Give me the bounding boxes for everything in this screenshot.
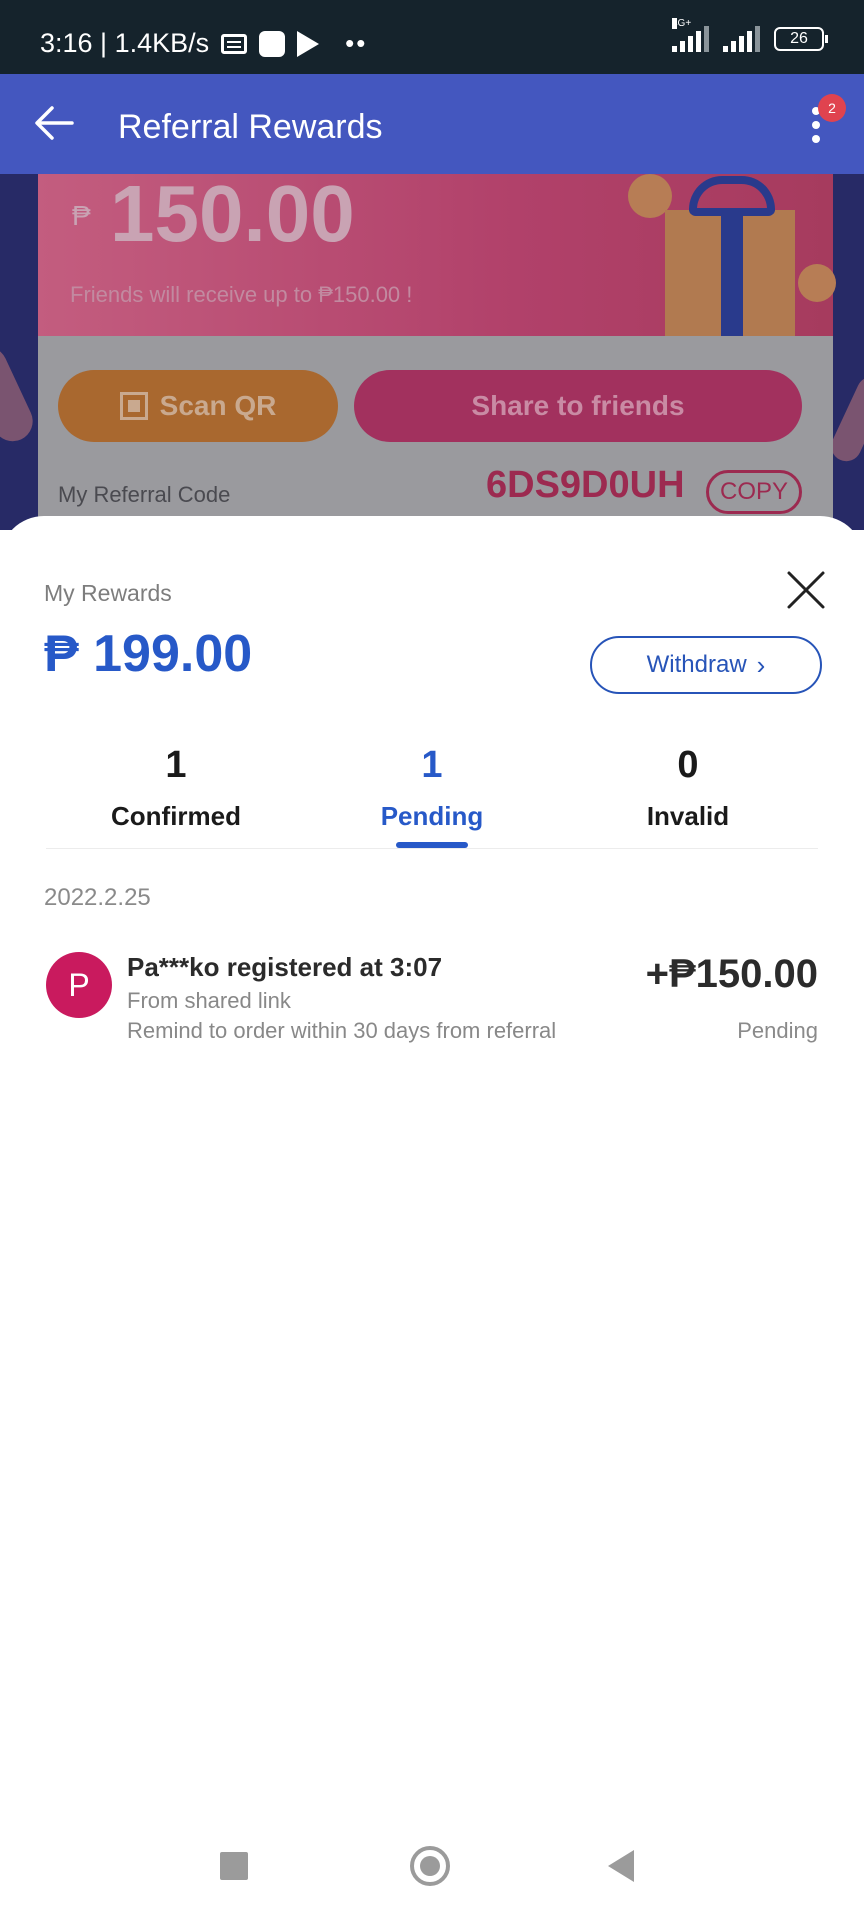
friends-receive-text: Friends will receive up to ₱150.00 ! [70, 282, 413, 307]
referral-title: Pa***ko registered at 3:07 [127, 952, 443, 982]
gift-icon [665, 176, 795, 336]
hero-reward-amount: 150.00 [110, 174, 355, 258]
tab-invalid[interactable]: 0 Invalid [588, 744, 788, 832]
date-header: 2022.2.25 [44, 884, 151, 911]
status-left: 3:16 | 1.4KB/s •• [40, 28, 367, 59]
signal-icon [723, 26, 760, 52]
notification-badge: 2 [818, 94, 846, 122]
tab-label: Pending [380, 801, 484, 831]
referral-status: Pending [737, 1018, 818, 1043]
app-notification-icon [259, 30, 286, 57]
rewards-amount: ₱ 199.00 [44, 625, 253, 683]
rewards-sheet: My Rewards ₱ 199.00 Withdraw › 1 Confirm… [0, 516, 864, 1920]
battery-icon: 26 [774, 27, 828, 51]
status-bar: 3:16 | 1.4KB/s •• 4G+ 26 [0, 0, 864, 74]
peso-symbol: ₱ [72, 200, 91, 231]
referral-code: 6DS9D0UH [486, 464, 685, 506]
back-arrow-icon [35, 106, 74, 140]
network-label: 4G+ [672, 18, 692, 29]
qr-code-icon [119, 392, 148, 420]
home-button[interactable] [410, 1846, 450, 1886]
my-rewards-label: My Rewards [44, 580, 172, 606]
recents-button[interactable] [220, 1852, 248, 1880]
play-store-icon [297, 30, 320, 57]
message-icon [221, 33, 248, 54]
referral-reminder: Remind to order within 30 days from refe… [127, 1018, 557, 1043]
tab-count: 1 [165, 744, 187, 786]
withdraw-label: Withdraw [646, 651, 747, 678]
back-button[interactable] [30, 98, 80, 148]
system-back-button[interactable] [608, 1850, 634, 1882]
referral-card: Scan QR Share to friends My Referral Cod… [38, 336, 833, 530]
close-icon [787, 571, 825, 609]
share-to-friends-button[interactable]: Share to friends [354, 370, 802, 442]
chevron-right-icon: › [756, 650, 766, 680]
decoration-ribbon [0, 340, 40, 448]
tab-count: 0 [677, 744, 699, 786]
scan-qr-label: Scan QR [159, 390, 277, 421]
close-button[interactable] [784, 568, 828, 612]
page-title: Referral Rewards [118, 108, 383, 146]
avatar: P [46, 952, 112, 1018]
referral-amount: +₱150.00 [645, 952, 818, 996]
active-tab-indicator [396, 842, 468, 848]
app-header: Referral Rewards [0, 74, 864, 174]
coin-icon [798, 264, 836, 302]
status-time: 3:16 | 1.4KB/s [40, 28, 210, 58]
more-notifications-icon: •• [345, 28, 368, 58]
scan-qr-button[interactable]: Scan QR [58, 370, 338, 442]
copy-button[interactable]: COPY [706, 470, 802, 514]
tab-label: Invalid [646, 801, 730, 831]
tab-pending[interactable]: 1 Pending [332, 744, 532, 832]
withdraw-button[interactable]: Withdraw › [590, 636, 822, 694]
tab-divider [46, 848, 818, 849]
reward-hero-banner: ₱ 150.00 Friends will receive up to ₱150… [38, 174, 836, 336]
background-page: ₱ 150.00 Friends will receive up to ₱150… [0, 174, 864, 530]
signal-4g-icon: 4G+ [672, 18, 709, 52]
tab-count: 1 [421, 744, 443, 786]
tab-label: Confirmed [111, 801, 241, 831]
tab-confirmed[interactable]: 1 Confirmed [76, 744, 276, 832]
referral-source: From shared link [127, 988, 291, 1013]
referral-code-label: My Referral Code [58, 482, 231, 507]
system-nav-bar [0, 1830, 864, 1920]
status-right: 4G+ 26 [672, 18, 828, 52]
